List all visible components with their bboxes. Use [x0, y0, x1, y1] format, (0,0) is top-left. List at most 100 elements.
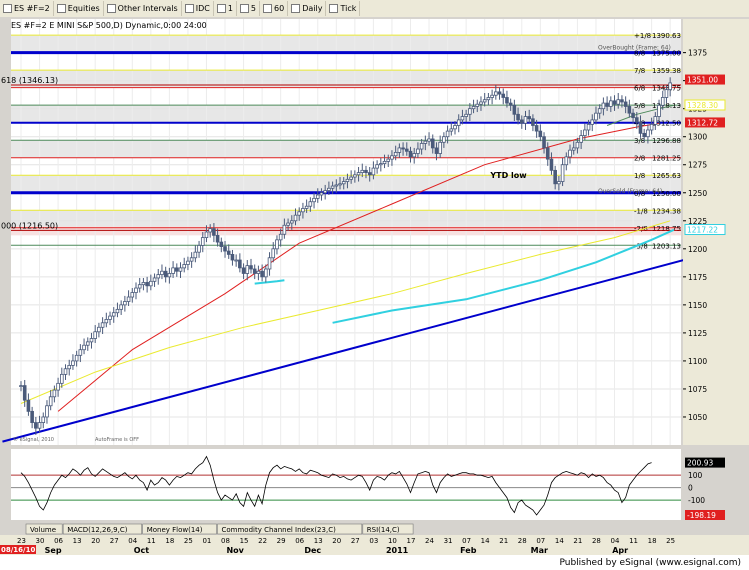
candle-body — [479, 101, 483, 105]
candle-body — [323, 190, 327, 194]
candle-body — [252, 268, 257, 274]
level-band — [11, 175, 681, 193]
indicator-tab-label: Commodity Channel Index(23,C) — [222, 526, 337, 534]
price-tag-label: 1312.72 — [687, 118, 718, 127]
murrey-label: -1/8 — [634, 207, 648, 215]
candle-body — [26, 399, 31, 412]
candle-body — [189, 257, 194, 262]
candle-body — [445, 130, 450, 138]
candle-body — [642, 132, 646, 138]
candle-body — [471, 106, 476, 110]
candle-body — [668, 82, 672, 91]
candle-body — [583, 129, 587, 136]
month-label: Mar — [531, 546, 548, 555]
candle-body — [575, 141, 580, 149]
candle-body — [660, 97, 665, 106]
candle-body — [393, 152, 398, 157]
cci-tick-label: 0 — [688, 484, 693, 493]
candle-body — [490, 94, 494, 98]
date-tick-label: 06 — [54, 537, 63, 545]
candle-body — [356, 172, 361, 176]
candle-body — [245, 265, 250, 274]
candle-body — [163, 270, 168, 278]
murrey-value: 1281.25 — [652, 155, 681, 163]
candle-body — [367, 172, 372, 176]
candle-body — [612, 100, 617, 105]
candle-body — [130, 292, 135, 298]
candle-body — [401, 147, 405, 150]
date-tick-label: 11 — [147, 537, 156, 545]
candle-body — [534, 125, 539, 132]
price-tick-label: 1175 — [688, 273, 707, 282]
candle-body — [505, 97, 509, 104]
price-tick-label: 1125 — [688, 329, 707, 338]
date-tick-label: 03 — [369, 537, 378, 545]
date-tick-label: 18 — [165, 537, 174, 545]
candle-body — [219, 241, 224, 247]
publisher-note: Published by eSignal (www.esignal.com) — [559, 557, 741, 568]
price-tick-label: 1100 — [688, 357, 707, 366]
candle-body — [334, 184, 339, 187]
candle-body — [371, 167, 376, 176]
candle-body — [30, 410, 34, 423]
indicator-tab-label: Volume — [30, 526, 56, 534]
candle-body — [501, 93, 506, 98]
murrey-value: 1234.38 — [652, 207, 681, 215]
date-tick-label: 20 — [91, 537, 100, 545]
month-label: Dec — [304, 546, 321, 555]
candle-body — [571, 147, 576, 151]
candle-body — [549, 158, 554, 171]
candle-body — [460, 116, 465, 121]
candle-body — [178, 267, 183, 272]
candle-body — [119, 304, 123, 310]
candle-body — [308, 201, 313, 207]
fib-label: 618 (1346.13) — [1, 76, 58, 85]
month-label: 2011 — [386, 546, 409, 555]
candle-body — [527, 116, 532, 120]
candle-body — [230, 254, 235, 261]
murrey-value: 1218.75 — [652, 225, 681, 233]
candle-body — [41, 416, 46, 423]
date-tick-label: 04 — [128, 537, 137, 545]
date-tick-label: 21 — [499, 537, 508, 545]
candle-body — [579, 135, 583, 143]
candle-body — [226, 250, 231, 255]
candle-body — [134, 287, 138, 293]
month-label: Feb — [460, 546, 477, 555]
frame-note: OverSold (Frame: 64) — [598, 188, 662, 195]
candle-body — [631, 112, 635, 119]
candle-body — [516, 113, 520, 121]
candle-body — [286, 222, 290, 226]
candle-body — [349, 176, 353, 180]
candle-body — [494, 91, 498, 96]
candle-body — [71, 360, 75, 366]
chart-title: ES #F=2 E MINI S&P 500,D) Dynamic,0:00 2… — [11, 21, 207, 30]
candle-body — [590, 119, 595, 125]
date-tick-label: 08 — [221, 537, 230, 545]
candle-body — [304, 205, 309, 209]
date-tick-label: 13 — [73, 537, 82, 545]
price-tick-label: 1275 — [688, 161, 707, 170]
candle-body — [397, 147, 402, 153]
candle-body — [67, 365, 72, 370]
candle-body — [623, 101, 628, 107]
candle-body — [416, 148, 420, 154]
candle-body — [45, 405, 49, 418]
candle-body — [404, 148, 409, 152]
candle-body — [605, 102, 609, 107]
murrey-label: 1/8 — [634, 172, 645, 180]
candle-body — [523, 116, 528, 124]
date-axis: 23 30 06 13 20 27 04 11 18 25 01 08 15 22 29 06 13 20 27 03… — [0, 535, 749, 555]
date-tick-label: 24 — [425, 537, 434, 545]
date-tick-label: 10 — [388, 537, 397, 545]
candle-body — [542, 136, 546, 149]
candle-body — [646, 129, 650, 138]
candle-body — [78, 349, 83, 356]
candle-body — [301, 208, 305, 213]
level-band — [11, 105, 681, 123]
murrey-label: 5/8 — [634, 102, 645, 110]
date-tick-label: 14 — [481, 537, 490, 545]
candle-body — [37, 422, 42, 429]
month-label: Oct — [134, 546, 150, 555]
candle-body — [453, 125, 457, 130]
